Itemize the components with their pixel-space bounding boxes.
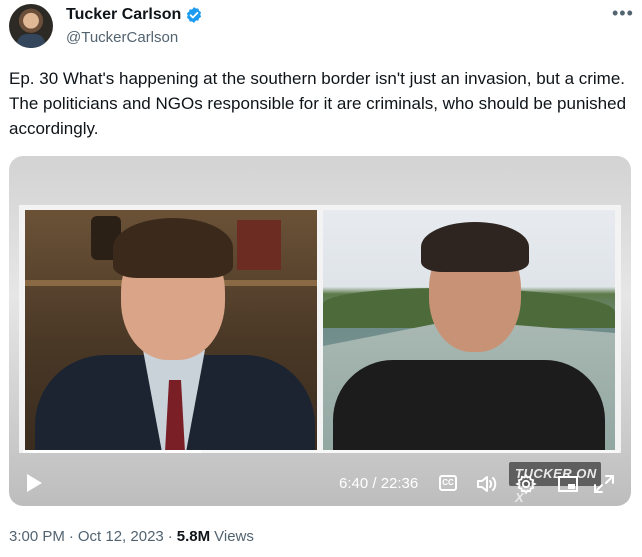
author-display-name[interactable]: Tucker Carlson — [66, 6, 181, 24]
closed-captions-icon[interactable]: CC — [439, 475, 457, 491]
tweet-meta: 3:00 PM · Oct 12, 2023 · 5.8M Views — [9, 528, 254, 545]
video-progress-bar[interactable] — [23, 450, 619, 453]
host-hair — [113, 218, 233, 278]
bookshelf-decor — [237, 220, 281, 270]
guest-hair — [421, 222, 529, 272]
video-progress-fill — [23, 450, 201, 453]
volume-icon[interactable] — [476, 474, 498, 494]
views-count: 5.8M — [176, 528, 211, 545]
tweet-text: Ep. 30 What's happening at the southern … — [9, 69, 627, 138]
fullscreen-icon[interactable] — [593, 474, 615, 494]
video-player[interactable]: TUCKER ON X 6:40 / 22:36 CC — [9, 156, 631, 506]
play-icon[interactable] — [25, 473, 43, 493]
avatar-shirt — [17, 34, 45, 48]
video-time: 6:40 / 22:36 — [339, 475, 419, 492]
verified-badge-icon[interactable] — [185, 6, 203, 24]
views-label: Views — [214, 528, 254, 545]
settings-icon[interactable] — [515, 473, 537, 495]
avatar[interactable] — [9, 4, 53, 48]
guest-shirt — [333, 360, 605, 450]
author-handle[interactable]: @TuckerCarlson — [66, 29, 178, 46]
picture-in-picture-icon[interactable] — [557, 474, 579, 494]
author-name-row: Tucker Carlson — [66, 6, 203, 24]
tweet-time[interactable]: 3:00 PM — [9, 528, 65, 545]
meta-separator: · — [68, 528, 74, 545]
meta-separator: · — [167, 528, 173, 545]
video-controls: 6:40 / 22:36 CC — [9, 462, 631, 506]
video-right-panel — [323, 210, 615, 450]
tweet-date[interactable]: Oct 12, 2023 — [78, 528, 164, 545]
more-icon[interactable]: ••• — [612, 4, 633, 24]
video-left-panel — [25, 210, 317, 450]
